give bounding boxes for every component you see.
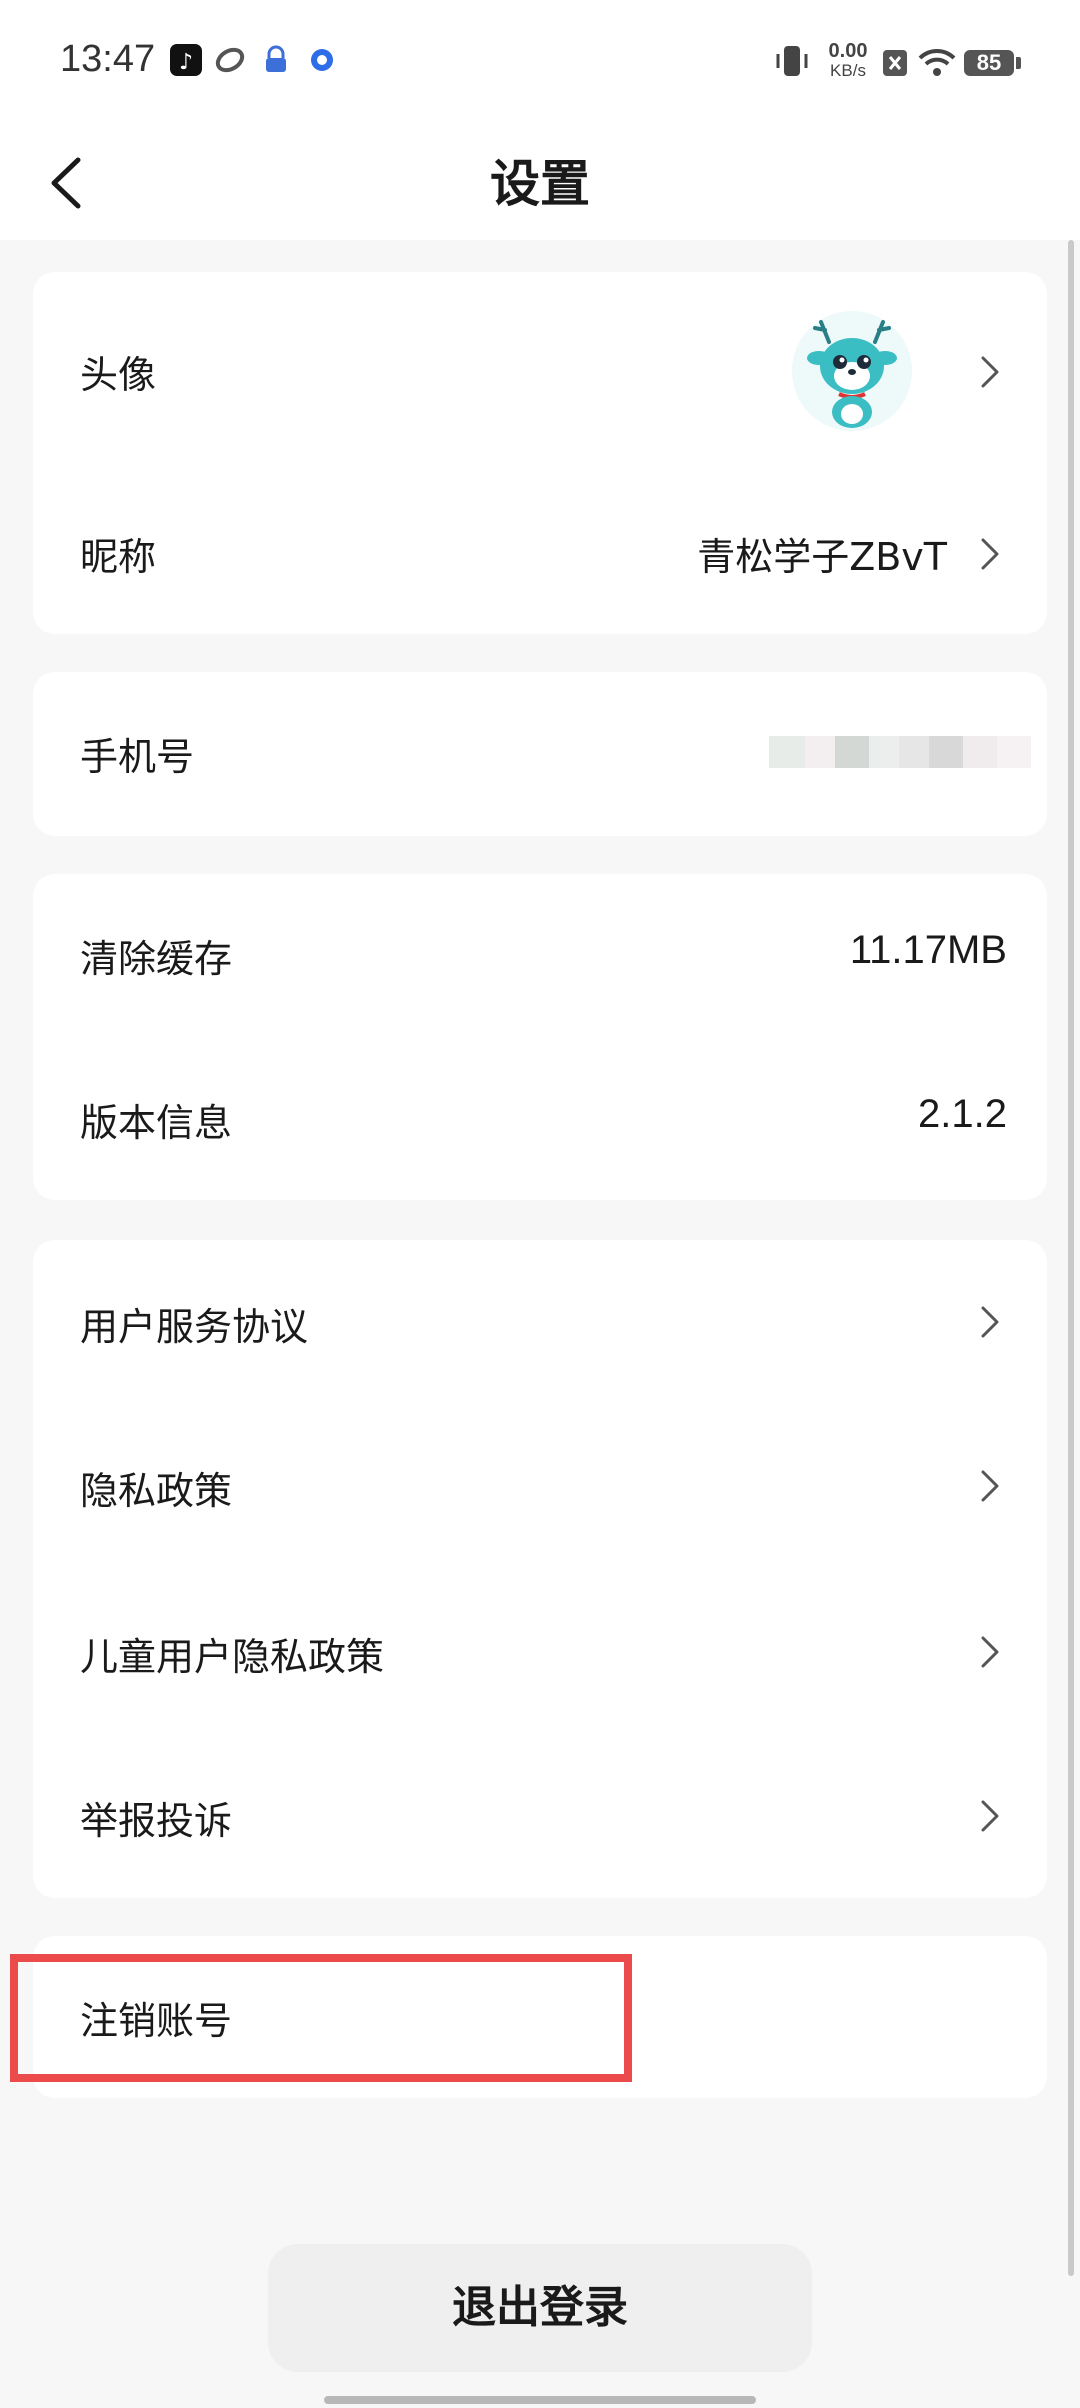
phone-row: 手机号 (33, 672, 1047, 836)
avatar-row[interactable]: 头像 (33, 272, 1047, 472)
version-label: 版本信息 (80, 1101, 233, 1145)
svg-text:♪: ♪ (179, 50, 193, 75)
battery-level: 85 (964, 50, 1014, 76)
clear-cache-label: 清除缓存 (80, 937, 233, 981)
legal-item-label: 举报投诉 (80, 1799, 233, 1843)
legal-card: 用户服务协议 隐私政策 儿童用户隐私政策 举报投诉 (33, 1240, 1047, 1898)
nickname-label: 昵称 (80, 535, 157, 579)
legal-item-child-privacy-policy[interactable]: 儿童用户隐私政策 (33, 1570, 1047, 1734)
chevron-right-icon (981, 1306, 999, 1338)
legal-item-label: 儿童用户隐私政策 (80, 1635, 385, 1679)
tiktok-icon: ♪ (170, 44, 202, 76)
net-speed: 0.00 KB/s (818, 40, 878, 84)
nickname-value: 青松学子ZBvT (697, 535, 947, 579)
clear-cache-row[interactable]: 清除缓存 11.17MB (33, 874, 1047, 1038)
profile-card: 头像 昵称 青松学子ZBvT (33, 272, 1047, 634)
circle-app-icon (306, 44, 338, 76)
page-title: 设置 (490, 155, 590, 213)
net-speed-value: 0.00 (828, 40, 868, 62)
net-speed-unit: KB/s (830, 61, 866, 80)
status-time: 13:47 (60, 38, 156, 80)
lock-app-icon (260, 44, 292, 76)
scrollbar[interactable] (1068, 240, 1074, 2276)
legal-item-label: 隐私政策 (80, 1469, 233, 1513)
phone-label: 手机号 (80, 735, 195, 779)
deer-avatar-icon (792, 311, 912, 431)
sim-off-icon (880, 40, 910, 84)
status-bar: 13:47 ♪ 0.00 KB/s 85 (0, 0, 1080, 126)
battery-icon: 85 (964, 40, 1024, 84)
vibrate-icon (772, 40, 812, 84)
avatar-label: 头像 (80, 353, 157, 397)
logout-button[interactable]: 退出登录 (268, 2244, 812, 2372)
legal-item-label: 用户服务协议 (80, 1305, 309, 1349)
version-value: 2.1.2 (918, 1092, 1007, 1136)
nickname-row[interactable]: 昵称 青松学子ZBvT (33, 472, 1047, 634)
chevron-right-icon (981, 1800, 999, 1832)
legal-item-report-complaint[interactable]: 举报投诉 (33, 1734, 1047, 1898)
delete-account-highlight (10, 1954, 632, 2082)
chevron-right-icon (981, 356, 999, 388)
chevron-right-icon (981, 538, 999, 570)
avatar[interactable] (789, 308, 915, 434)
chevron-right-icon (981, 1636, 999, 1668)
home-indicator[interactable] (324, 2396, 756, 2404)
phone-value-redacted (735, 736, 1035, 768)
version-row: 版本信息 2.1.2 (33, 1038, 1047, 1200)
navigation-bar: 设置 (0, 126, 1080, 240)
cache-size-value: 11.17MB (849, 928, 1007, 972)
swirl-app-icon (214, 44, 246, 76)
phone-card: 手机号 (33, 672, 1047, 836)
legal-item-user-agreement[interactable]: 用户服务协议 (33, 1240, 1047, 1404)
wifi-icon (916, 40, 958, 84)
chevron-right-icon (981, 1470, 999, 1502)
legal-item-privacy-policy[interactable]: 隐私政策 (33, 1404, 1047, 1570)
storage-card: 清除缓存 11.17MB 版本信息 2.1.2 (33, 874, 1047, 1200)
